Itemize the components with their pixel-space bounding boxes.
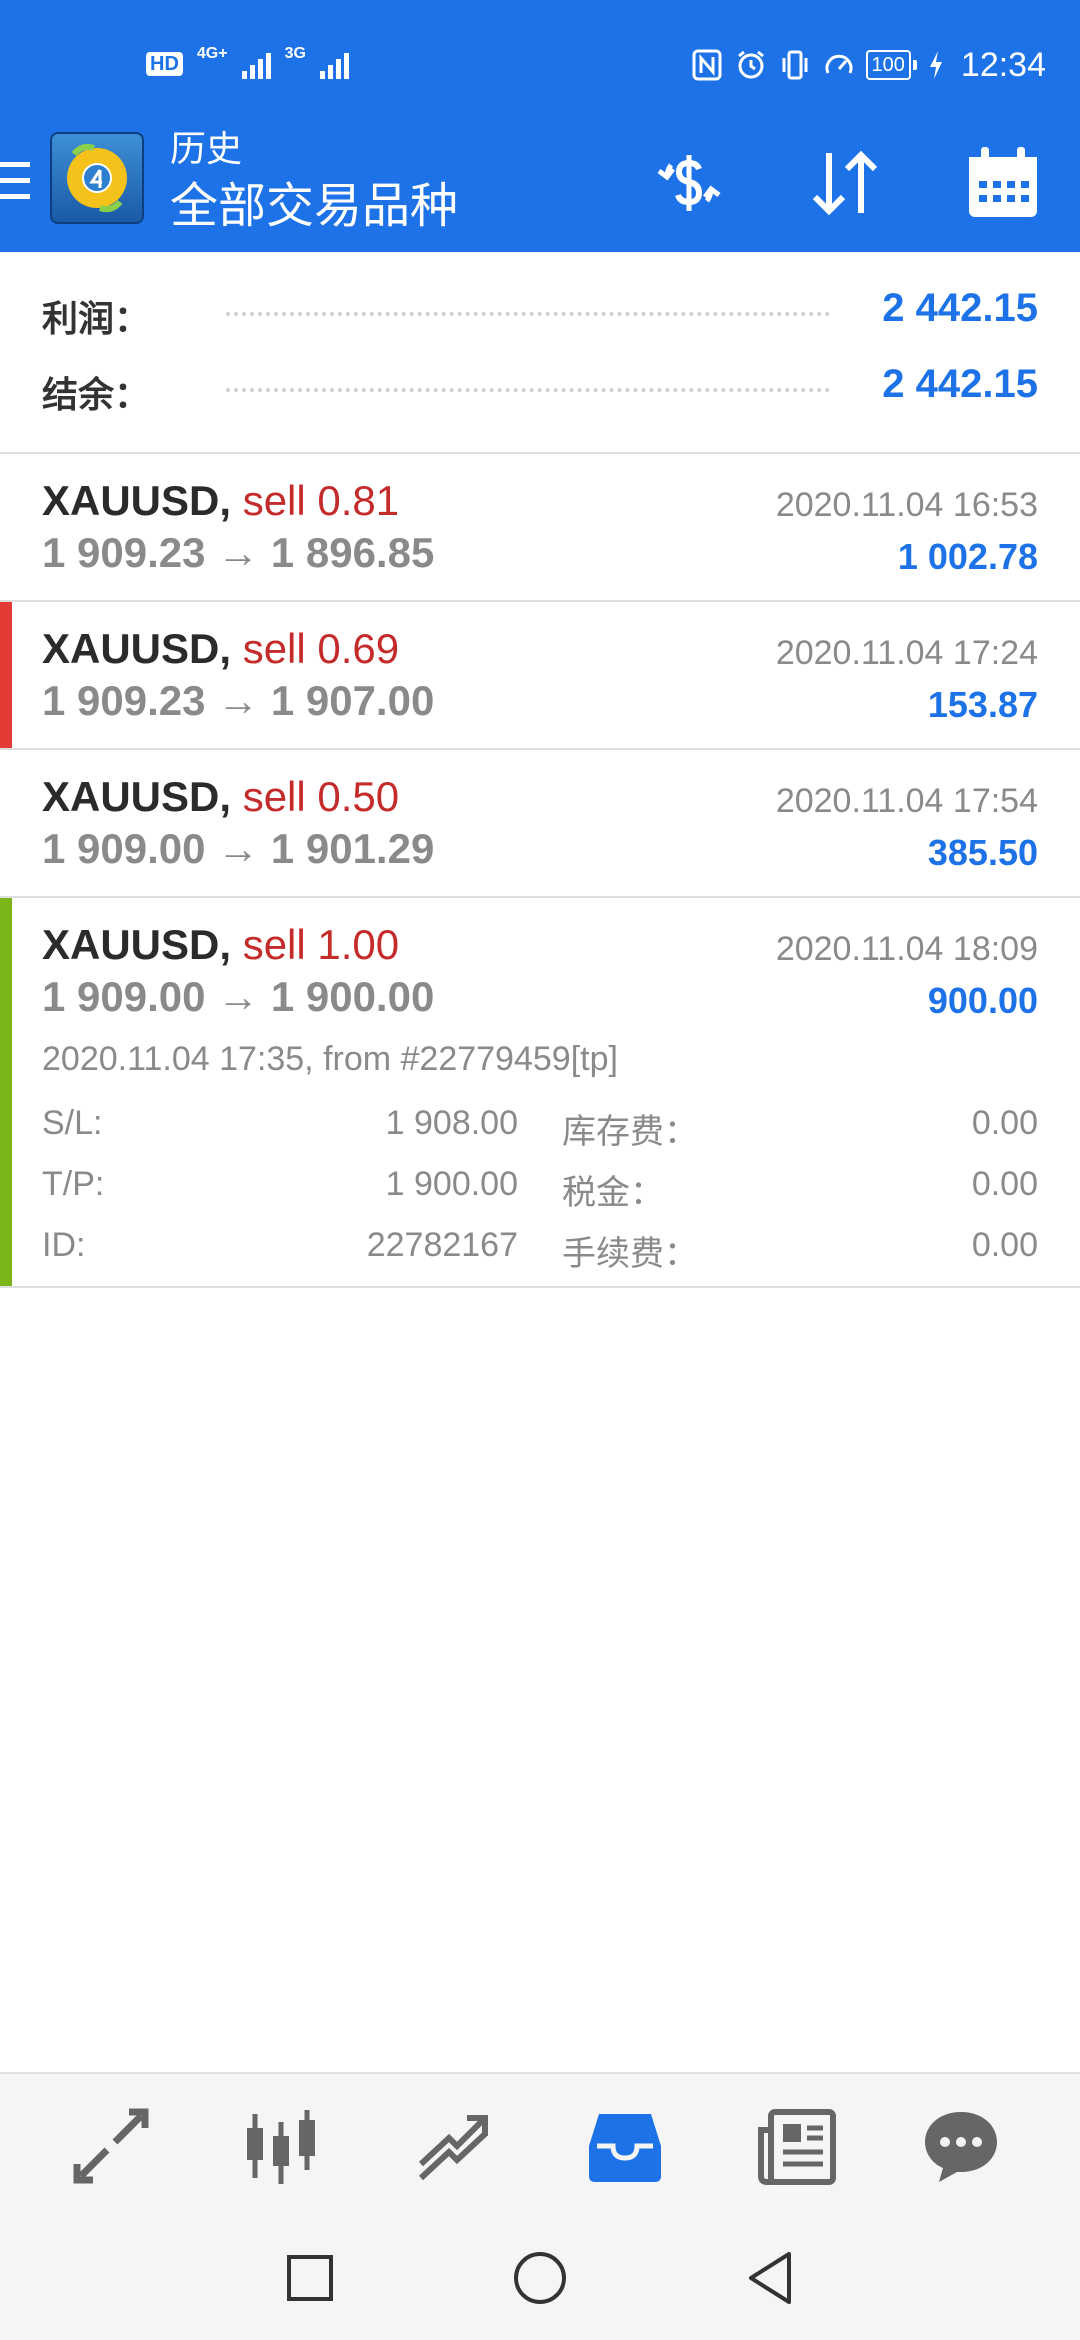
trade-row[interactable]: XAUUSD, sell 0.69 1 909.23 → 1 907.00 20…	[0, 602, 1080, 750]
charging-icon	[927, 48, 945, 82]
trade-details-grid: S/L: 1 908.00 库存费： 0.00 T/P: 1 900.00 税金…	[42, 1094, 1038, 1277]
detail-row-sl: S/L: 1 908.00 库存费： 0.00	[42, 1094, 1038, 1155]
chat-icon[interactable]	[916, 2104, 1006, 2188]
app-bar: 历史 全部交易品种	[0, 128, 1080, 252]
swap-value: 0.00	[971, 1104, 1038, 1142]
profit-row: 利润： 2 442.15	[0, 272, 1080, 348]
trade-profit: 900.00	[927, 980, 1038, 1021]
sim1-network-type: 4G+	[196, 45, 228, 62]
recents-icon[interactable]	[282, 2250, 338, 2306]
signal-icon	[319, 49, 349, 79]
balance-row: 结余： 2 442.15	[0, 348, 1080, 424]
trade-profit: 153.87	[927, 684, 1038, 725]
trade-title: XAUUSD, sell 1.00	[42, 920, 399, 970]
balance-value: 2 442.15	[882, 362, 1038, 406]
history-icon[interactable]	[580, 2104, 670, 2188]
dotted-leader	[226, 388, 830, 392]
status-bar: HD 4G+ 3G 100 12:34	[0, 0, 1080, 128]
trade-icon[interactable]	[408, 2104, 498, 2188]
trade-profit: 385.50	[927, 832, 1038, 873]
trade-title: XAUUSD, sell 0.50	[42, 772, 399, 822]
status-left: HD 4G+ 3G	[146, 44, 349, 84]
system-nav-bar	[0, 2212, 1080, 2340]
id-value: 22782167	[366, 1226, 518, 1264]
trade-profit: 1 002.78	[897, 536, 1038, 577]
nfc-icon	[690, 48, 724, 82]
app-logo[interactable]	[50, 132, 144, 224]
balance-label: 结余：	[42, 374, 151, 415]
trade-time: 2020.11.04 17:54	[775, 782, 1038, 820]
trade-prices: 1 909.00 → 1 900.00	[42, 973, 435, 1020]
tax-value: 0.00	[971, 1165, 1038, 1203]
trade-side-volume: sell 0.50	[242, 773, 400, 820]
trade-prices: 1 909.00 → 1 901.29	[42, 825, 435, 872]
trade-prices: 1 909.23 → 1 907.00	[42, 677, 435, 724]
dotted-leader	[226, 312, 830, 316]
trade-symbol: XAUUSD,	[42, 477, 232, 524]
trade-symbol: XAUUSD,	[42, 625, 232, 672]
news-icon[interactable]	[752, 2104, 842, 2188]
sl-label: S/L:	[42, 1104, 103, 1142]
calendar-icon[interactable]	[958, 138, 1048, 228]
id-label: ID:	[42, 1226, 86, 1264]
trade-title: XAUUSD, sell 0.69	[42, 624, 399, 674]
trade-side-volume: sell 1.00	[242, 921, 400, 968]
app-root: HD 4G+ 3G 100 12:34 历史 全部交易品种 利润： 2 442.…	[0, 0, 1080, 2340]
trade-row[interactable]: XAUUSD, sell 0.50 1 909.00 → 1 901.29 20…	[0, 750, 1080, 898]
alarm-icon	[734, 48, 768, 82]
tax-label: 税金：	[562, 1174, 664, 1212]
back-icon[interactable]	[742, 2250, 798, 2306]
trade-open-info: 2020.11.04 17:35, from #22779459[tp]	[42, 1040, 618, 1078]
profit-value: 2 442.15	[882, 286, 1038, 330]
trade-symbol: XAUUSD,	[42, 921, 232, 968]
trade-time: 2020.11.04 18:09	[775, 930, 1038, 968]
currency-exchange-icon[interactable]	[644, 138, 734, 228]
data-saver-icon	[822, 48, 856, 82]
screen-title: 历史	[170, 129, 243, 170]
vibrate-icon	[778, 48, 812, 82]
trade-title: XAUUSD, sell 0.81	[42, 476, 399, 526]
trade-symbol: XAUUSD,	[42, 773, 232, 820]
history-summary: 利润： 2 442.15 结余： 2 442.15	[0, 252, 1080, 454]
tp-label: T/P:	[42, 1165, 105, 1203]
swap-label: 库存费：	[562, 1113, 698, 1151]
trade-accent-bar	[0, 898, 12, 1286]
profit-label: 利润：	[42, 298, 151, 339]
trade-time: 2020.11.04 17:24	[775, 634, 1038, 672]
symbol-filter[interactable]: 全部交易品种	[170, 178, 458, 234]
quotes-icon[interactable]	[66, 2104, 156, 2188]
battery-icon: 100	[865, 50, 918, 80]
status-right: 100 12:34	[690, 40, 1046, 90]
sim2-network-type: 3G	[284, 45, 306, 62]
sl-value: 1 908.00	[385, 1104, 518, 1142]
sort-icon[interactable]	[800, 138, 890, 228]
clock: 12:34	[960, 45, 1046, 84]
hd-badge: HD	[146, 52, 183, 76]
home-icon[interactable]	[512, 2250, 568, 2306]
trade-side-volume: sell 0.69	[242, 625, 400, 672]
menu-icon[interactable]	[0, 158, 30, 208]
bottom-tab-bar	[0, 2072, 1080, 2212]
trade-row-expanded[interactable]: XAUUSD, sell 1.00 1 909.00 → 1 900.00 20…	[0, 898, 1080, 1288]
trade-row[interactable]: XAUUSD, sell 0.81 1 909.23 → 1 896.85 20…	[0, 454, 1080, 602]
chart-icon[interactable]	[236, 2104, 326, 2188]
detail-row-id: ID: 22782167 手续费： 0.00	[42, 1216, 1038, 1277]
tp-value: 1 900.00	[385, 1165, 518, 1203]
trade-time: 2020.11.04 16:53	[775, 486, 1038, 524]
trade-accent-bar	[0, 602, 12, 748]
signal-icon	[241, 49, 271, 79]
trade-side-volume: sell 0.81	[242, 477, 400, 524]
trade-prices: 1 909.23 → 1 896.85	[42, 529, 435, 576]
detail-row-tp: T/P: 1 900.00 税金： 0.00	[42, 1155, 1038, 1216]
commission-value: 0.00	[971, 1226, 1038, 1264]
commission-label: 手续费：	[562, 1235, 698, 1273]
